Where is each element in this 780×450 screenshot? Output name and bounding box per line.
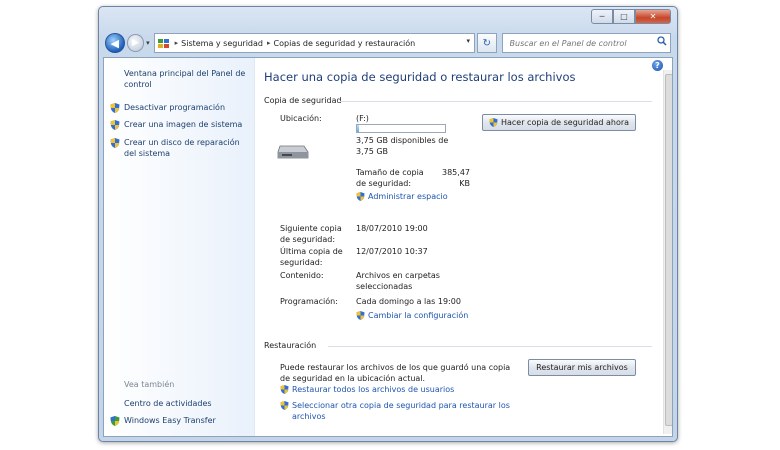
backup-now-button[interactable]: Hacer copia de seguridad ahora — [482, 114, 636, 131]
breadcrumb-separator[interactable]: ▸ — [267, 39, 271, 47]
last-backup-value: 12/07/2010 10:37 — [356, 247, 428, 256]
backup-size-label: Tamaño de copia de seguridad: — [356, 168, 424, 188]
sidebar-item-create-repair-disc[interactable]: Crear un disco de reparación del sistema — [110, 137, 242, 159]
page-title: Hacer una copia de seguridad o restaurar… — [264, 70, 576, 84]
schedule-value: Cada domingo a las 19:00 — [356, 297, 461, 306]
shield-icon — [280, 401, 289, 410]
control-panel-icon — [157, 39, 169, 48]
minimize-button[interactable]: ─ — [591, 9, 613, 24]
caption-buttons: ─ □ ✕ — [591, 9, 671, 24]
search-input[interactable] — [507, 37, 657, 49]
scrollbar-thumb[interactable] — [665, 74, 672, 426]
disk-usage-fill — [357, 125, 359, 132]
manage-space-link[interactable]: Administrar espacio — [356, 191, 448, 202]
shield-icon — [110, 138, 120, 148]
next-backup-label: Siguiente copia de seguridad: — [280, 224, 342, 244]
refresh-button[interactable]: ↻ — [477, 33, 497, 53]
breadcrumb-backup-restore[interactable]: Copias de seguridad y restauración — [274, 39, 416, 48]
shield-icon — [489, 118, 498, 127]
shield-icon — [110, 103, 120, 113]
search-icon[interactable] — [657, 36, 667, 46]
shield-icon — [356, 311, 365, 320]
sidebar-item-action-center[interactable]: Centro de actividades — [110, 398, 212, 409]
change-settings-label: Cambiar la configuración — [368, 311, 469, 320]
breadcrumb-separator: ▸ — [174, 39, 179, 47]
section-divider — [340, 101, 652, 102]
shield-icon — [356, 192, 365, 201]
vertical-scrollbar[interactable] — [663, 70, 672, 434]
breadcrumb-system-security[interactable]: Sistema y seguridad — [181, 39, 263, 48]
restore-my-files-button[interactable]: Restaurar mis archivos — [528, 359, 636, 376]
disk-usage-bar — [356, 124, 446, 133]
address-dropdown-icon[interactable]: ▾ — [466, 37, 470, 45]
restore-section-heading: Restauración — [264, 341, 317, 350]
sidebar-item-control-panel-home[interactable]: Ventana principal del Panel de control — [110, 68, 254, 90]
sidebar-item-label: Desactivar programación — [124, 103, 226, 112]
see-also-heading: Vea también — [124, 380, 175, 389]
restore-all-users-link[interactable]: Restaurar todos los archivos de usuarios — [280, 384, 454, 395]
search-box[interactable] — [501, 33, 672, 53]
sidebar-item-label: Crear una imagen de sistema — [124, 120, 243, 129]
next-backup-value: 18/07/2010 19:00 — [356, 224, 428, 233]
manage-space-label: Administrar espacio — [368, 192, 448, 201]
sidebar-item-disable-schedule[interactable]: Desactivar programación — [110, 102, 225, 113]
forward-button[interactable]: ▶ — [126, 34, 145, 52]
sidebar-item-create-system-image[interactable]: Crear una imagen de sistema — [110, 119, 242, 130]
back-button[interactable]: ◀ — [105, 33, 125, 53]
close-button[interactable]: ✕ — [635, 9, 671, 24]
location-value: (F:) — [356, 114, 369, 123]
window: ─ □ ✕ ◀ ▶ ▾ ▸ Sistema y seguridad ▸ Copi… — [98, 6, 678, 442]
schedule-label: Programación: — [280, 297, 338, 306]
contents-label: Contenido: — [280, 271, 324, 280]
select-other-backup-link[interactable]: Seleccionar otra copia de seguridad para… — [280, 400, 522, 422]
drive-icon — [277, 145, 309, 159]
section-divider — [328, 346, 652, 347]
select-other-backup-label: Seleccionar otra copia de seguridad para… — [292, 401, 510, 421]
restore-all-users-label: Restaurar todos los archivos de usuarios — [292, 385, 455, 394]
sidebar-item-label: Windows Easy Transfer — [124, 416, 216, 425]
navigation-bar: ◀ ▶ ▾ ▸ Sistema y seguridad ▸ Copias de … — [105, 32, 672, 54]
sidebar: Ventana principal del Panel de control D… — [104, 58, 255, 436]
recent-pages-button[interactable]: ▾ — [146, 39, 150, 47]
backup-size-value: 385,47 KB — [442, 168, 470, 188]
change-settings-link[interactable]: Cambiar la configuración — [356, 310, 468, 321]
backup-now-label: Hacer copia de seguridad ahora — [500, 118, 630, 127]
client-area: Ventana principal del Panel de control D… — [103, 57, 673, 437]
restore-description: Puede restaurar los archivos de los que … — [280, 363, 511, 383]
sidebar-item-label: Crear un disco de reparación del sistema — [124, 138, 240, 158]
location-label: Ubicación: — [280, 114, 322, 123]
contents-value: Archivos en carpetas seleccionadas — [356, 271, 440, 291]
easy-transfer-icon — [110, 416, 120, 426]
shield-icon — [280, 385, 289, 394]
free-space-text: 3,75 GB disponibles de 3,75 GB — [356, 136, 449, 156]
last-backup-label: Última copia de seguridad: — [280, 247, 343, 267]
maximize-button[interactable]: □ — [613, 9, 635, 24]
address-bar[interactable]: ▸ Sistema y seguridad ▸ Copias de seguri… — [153, 33, 475, 53]
main-content: Hacer una copia de seguridad o restaurar… — [264, 58, 654, 436]
backup-section-heading: Copia de seguridad — [264, 96, 342, 105]
sidebar-item-easy-transfer[interactable]: Windows Easy Transfer — [110, 415, 216, 426]
shield-icon — [110, 120, 120, 130]
